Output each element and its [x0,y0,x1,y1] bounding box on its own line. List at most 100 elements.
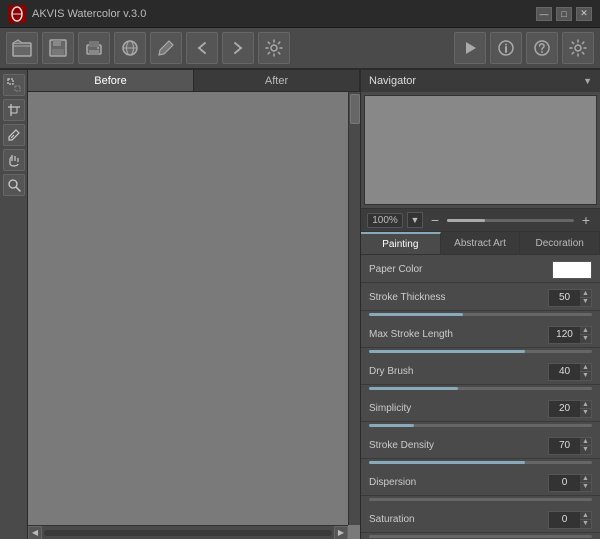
max-stroke-length-slider[interactable] [369,350,592,353]
dry-brush-spinner: ▲ ▼ [548,363,592,381]
watercolor-settings-button[interactable] [258,32,290,64]
app-title: AKVIS Watercolor v.3.0 [32,8,536,20]
eyedropper-tool[interactable] [3,124,25,146]
dry-brush-slider[interactable] [369,387,592,390]
simplicity-down[interactable]: ▼ [580,409,591,417]
paper-color-label: Paper Color [369,264,552,275]
max-stroke-length-up[interactable]: ▲ [580,327,591,336]
navigator-section: Navigator ▼ 100% ▼ − + [361,70,600,232]
dry-brush-label: Dry Brush [369,366,548,377]
zoom-percentage: 100% [367,213,403,228]
saturation-up[interactable]: ▲ [580,512,591,521]
max-stroke-length-spinner: ▲ ▼ [548,326,592,344]
dry-brush-down[interactable]: ▼ [580,372,591,380]
scroll-track [44,530,332,536]
zoom-slider[interactable] [447,219,574,222]
main-area: Before After ◀ ▶ Navigator ▼ [0,70,600,539]
navigator-chevron: ▼ [583,76,592,86]
settings-panel: Painting Abstract Art Decoration Paper C… [361,232,600,539]
dry-brush-row: Dry Brush ▲ ▼ [361,357,600,394]
saturation-input[interactable] [548,511,580,529]
stroke-thickness-arrows: ▲ ▼ [580,289,592,307]
dispersion-slider-row [361,498,600,505]
decoration-tab[interactable]: Decoration [520,232,600,254]
zoom-out-button[interactable]: − [427,212,443,228]
max-stroke-length-input[interactable] [548,326,580,344]
stroke-thickness-input[interactable] [548,289,580,307]
close-button[interactable]: ✕ [576,7,592,21]
navigator-preview [364,95,597,205]
select-tool[interactable] [3,74,25,96]
arrow-forward-button[interactable] [222,32,254,64]
canvas-area: Before After ◀ ▶ [28,70,360,539]
max-stroke-length-slider-row [361,350,600,357]
stroke-thickness-down[interactable]: ▼ [580,298,591,306]
dry-brush-input[interactable] [548,363,580,381]
saturation-slider[interactable] [369,535,592,538]
stroke-density-slider-row [361,461,600,468]
dispersion-arrows: ▲ ▼ [580,474,592,492]
print-button[interactable] [78,32,110,64]
max-stroke-length-arrows: ▲ ▼ [580,326,592,344]
horizontal-scrollbar[interactable]: ◀ ▶ [28,525,348,539]
dry-brush-up[interactable]: ▲ [580,364,591,373]
simplicity-slider[interactable] [369,424,592,427]
app-prefs-button[interactable] [562,32,594,64]
stroke-thickness-slider-row [361,313,600,320]
scroll-left-arrow[interactable]: ◀ [28,526,42,539]
maximize-button[interactable]: □ [556,7,572,21]
stroke-thickness-spinner: ▲ ▼ [548,289,592,307]
dispersion-input[interactable] [548,474,580,492]
crop-tool[interactable] [3,99,25,121]
vertical-scrollbar[interactable] [348,92,360,525]
zoom-tool[interactable] [3,174,25,196]
navigator-header[interactable]: Navigator ▼ [361,70,600,92]
simplicity-input[interactable] [548,400,580,418]
stroke-density-input[interactable] [548,437,580,455]
view-tabs: Before After [28,70,360,92]
window-controls: — □ ✕ [536,7,592,21]
simplicity-spinner: ▲ ▼ [548,400,592,418]
after-tab[interactable]: After [194,70,360,91]
dispersion-down[interactable]: ▼ [580,483,591,491]
pan-tool[interactable] [3,149,25,171]
play-button[interactable] [454,32,486,64]
before-tab[interactable]: Before [28,70,194,91]
stroke-thickness-slider[interactable] [369,313,592,316]
settings-tabs: Painting Abstract Art Decoration [361,232,600,255]
brush-button[interactable] [150,32,182,64]
dispersion-slider[interactable] [369,498,592,501]
zoom-in-button[interactable]: + [578,212,594,228]
stroke-density-arrows: ▲ ▼ [580,437,592,455]
open-file-button[interactable] [6,32,38,64]
simplicity-up[interactable]: ▲ [580,401,591,410]
saturation-down[interactable]: ▼ [580,520,591,528]
painting-tab[interactable]: Painting [361,232,441,254]
navigator-title: Navigator [369,75,416,87]
save-button[interactable] [42,32,74,64]
max-stroke-length-down[interactable]: ▼ [580,335,591,343]
scroll-right-arrow[interactable]: ▶ [334,526,348,539]
paper-color-row: Paper Color [361,255,600,283]
stroke-thickness-up[interactable]: ▲ [580,290,591,299]
dispersion-up[interactable]: ▲ [580,475,591,484]
abstract-art-tab[interactable]: Abstract Art [441,232,521,254]
stroke-density-up[interactable]: ▲ [580,438,591,447]
minimize-button[interactable]: — [536,7,552,21]
stroke-density-row: Stroke Density ▲ ▼ [361,431,600,468]
arrow-back-button[interactable] [186,32,218,64]
max-stroke-length-row: Max Stroke Length ▲ ▼ [361,320,600,357]
paper-color-picker[interactable] [552,261,592,279]
saturation-spinner: ▲ ▼ [548,511,592,529]
dry-brush-slider-row [361,387,600,394]
dispersion-label: Dispersion [369,477,548,488]
help-button[interactable] [526,32,558,64]
stroke-density-down[interactable]: ▼ [580,446,591,454]
info-button[interactable] [490,32,522,64]
simplicity-label: Simplicity [369,403,548,414]
globe-button[interactable] [114,32,146,64]
stroke-density-slider[interactable] [369,461,592,464]
max-stroke-length-label: Max Stroke Length [369,329,548,340]
image-canvas: ◀ ▶ [28,92,360,539]
zoom-dropdown[interactable]: ▼ [407,212,423,228]
